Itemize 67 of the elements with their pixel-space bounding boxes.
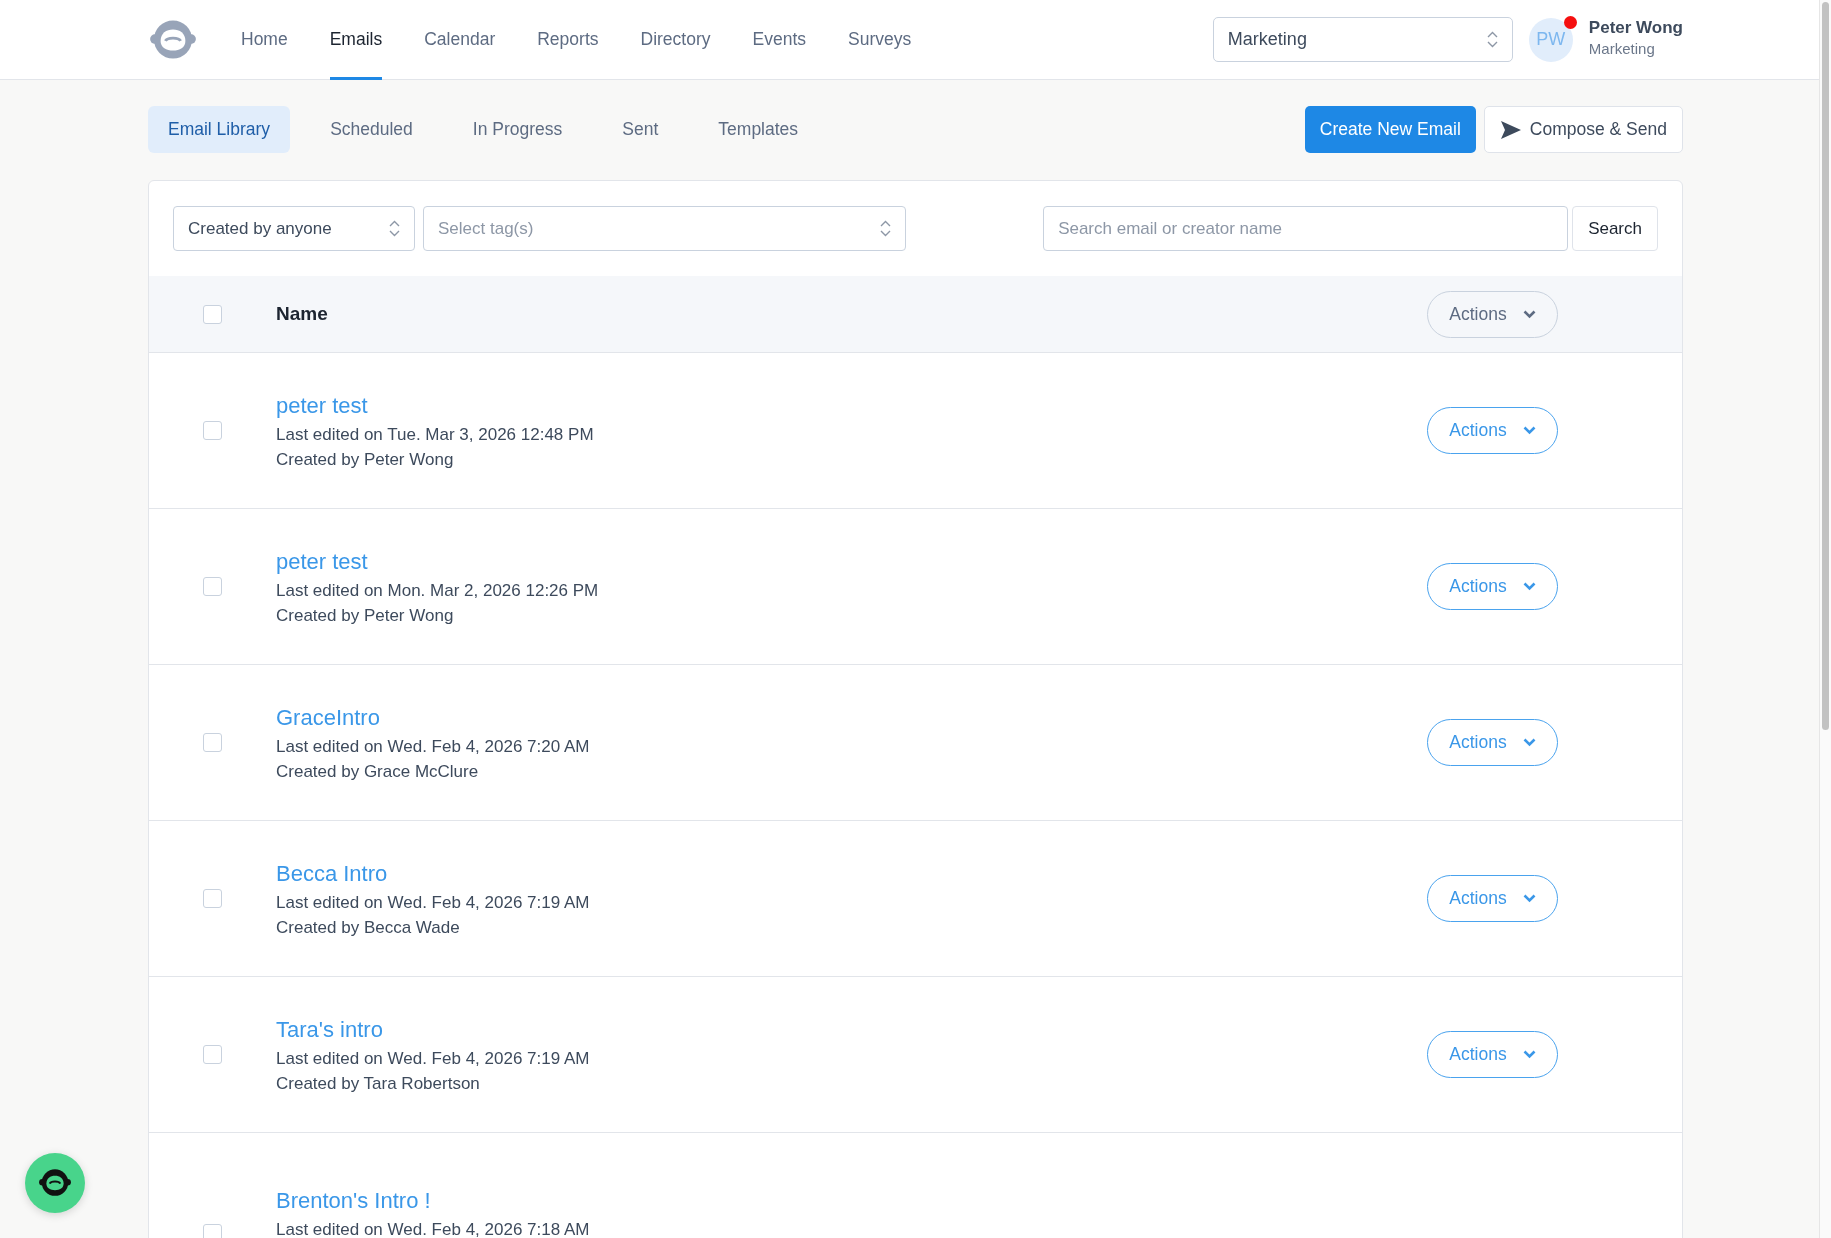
email-title-link[interactable]: GraceIntro — [276, 700, 590, 734]
checkbox[interactable] — [203, 577, 222, 596]
creator-text: Created by Peter Wong — [276, 605, 455, 627]
chevron-down-icon — [1522, 1050, 1536, 1059]
creator-text: Created by Tara Robertson — [276, 1073, 481, 1095]
creator-select[interactable]: Created by anyone — [173, 206, 415, 251]
monkey-face-icon — [39, 1169, 71, 1197]
tab[interactable]: Scheduled — [310, 106, 433, 153]
checkbox[interactable] — [203, 1224, 222, 1238]
nav-link[interactable]: Reports — [537, 0, 599, 80]
compose-send-button[interactable]: Compose & Send — [1483, 106, 1683, 153]
search-button[interactable]: Search — [1572, 206, 1658, 251]
actions-button[interactable]: Actions — [1427, 290, 1558, 338]
column-header: Name — [276, 301, 328, 326]
last-edited-text: Last edited on Tue. Mar 3, 2026 12:48 PM — [276, 423, 594, 446]
email-title-link[interactable]: Tara's intro — [276, 1012, 590, 1046]
send-icon — [1499, 119, 1522, 140]
organization-select[interactable]: Marketing — [1212, 17, 1513, 62]
creator-text: Created by Grace McClure — [276, 761, 480, 783]
up-down-caret-icon — [880, 220, 891, 237]
nav-link[interactable]: Directory — [640, 0, 711, 80]
nav-link[interactable]: Emails — [329, 0, 383, 80]
scrollbar-thumb[interactable] — [1822, 2, 1829, 730]
email-title-link[interactable]: peter test — [276, 388, 594, 422]
last-edited-text: Last edited on Wed. Feb 4, 2026 7:19 AM — [276, 1047, 590, 1070]
actions-button[interactable]: Actions — [1427, 407, 1558, 454]
create-email-button[interactable]: Create New Email — [1304, 106, 1476, 153]
user-name: Peter Wong — [1588, 18, 1683, 39]
checkbox[interactable] — [203, 889, 222, 908]
checkbox[interactable] — [203, 421, 222, 440]
email-title-link[interactable]: Brenton's Intro ! — [276, 1184, 590, 1218]
up-down-caret-icon — [389, 220, 400, 237]
tags-select[interactable]: Select tag(s) — [423, 206, 906, 251]
last-edited-text: Last edited on Wed. Feb 4, 2026 7:20 AM — [276, 735, 590, 758]
last-edited-text: Last edited on Wed. Feb 4, 2026 7:19 AM — [276, 891, 590, 914]
creator-text: Created by Peter Wong — [276, 449, 455, 471]
checkbox[interactable] — [203, 1045, 222, 1064]
email-title-link[interactable]: peter test — [276, 544, 599, 578]
chevron-down-icon — [1522, 582, 1536, 591]
last-edited-text: Last edited on Wed. Feb 4, 2026 7:18 AM — [276, 1219, 590, 1238]
search-field[interactable]: Search email or creator name — [1043, 206, 1569, 251]
up-down-caret-icon — [1486, 31, 1498, 48]
chevron-down-icon — [1522, 309, 1536, 319]
nav-link[interactable]: Events — [752, 0, 807, 80]
checkbox[interactable] — [203, 733, 222, 752]
monkey-logo-icon — [150, 19, 196, 60]
actions-button[interactable]: Actions — [1427, 1031, 1558, 1078]
chat-launcher-button[interactable] — [25, 1153, 85, 1213]
checkbox[interactable] — [203, 304, 222, 324]
actions-button[interactable]: Actions — [1427, 719, 1558, 766]
actions-button[interactable]: Actions — [1427, 563, 1558, 610]
user-role: Marketing — [1588, 39, 1656, 60]
email-title-link[interactable]: Becca Intro — [276, 856, 590, 890]
tab[interactable]: Templates — [698, 106, 819, 153]
scrollbar[interactable] — [1819, 0, 1831, 1238]
last-edited-text: Last edited on Mon. Mar 2, 2026 12:26 PM — [276, 579, 599, 602]
nav-link[interactable]: Calendar — [424, 0, 496, 80]
chevron-down-icon — [1522, 738, 1536, 747]
tab[interactable]: In Progress — [452, 106, 583, 153]
tab[interactable]: Sent — [602, 106, 679, 153]
nav-link[interactable]: Home — [241, 0, 288, 80]
nav-link[interactable]: Surveys — [848, 0, 912, 80]
tab[interactable]: Email Library — [148, 106, 291, 153]
chevron-down-icon — [1522, 426, 1536, 435]
actions-button[interactable]: Actions — [1427, 875, 1558, 922]
creator-text: Created by Becca Wade — [276, 917, 461, 939]
chevron-down-icon — [1522, 894, 1536, 903]
